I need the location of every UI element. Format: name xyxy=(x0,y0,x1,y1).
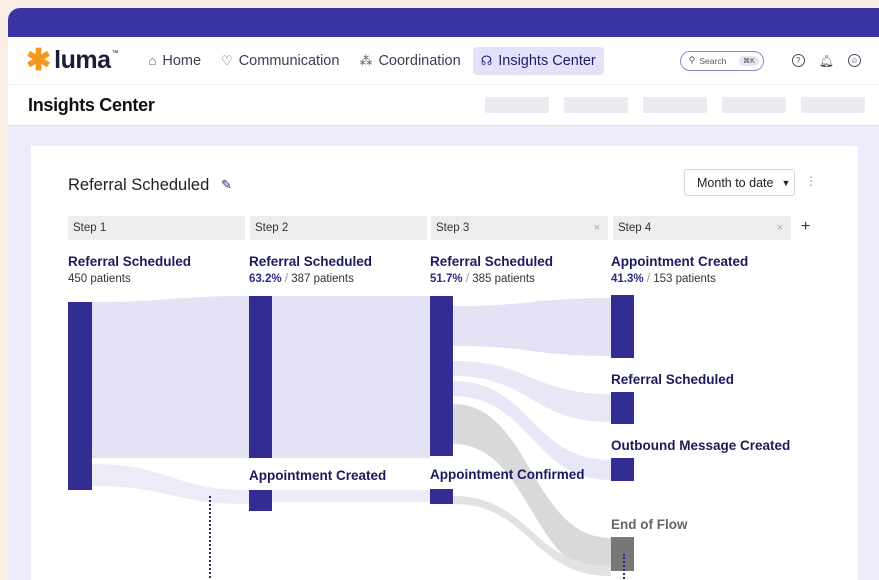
flow-s2-to-s3-main xyxy=(272,296,430,458)
step-header-label: Step 1 xyxy=(73,222,107,234)
separator: / xyxy=(465,273,470,285)
node-label-s4-c: Outbound Message Created xyxy=(611,438,791,453)
nav-home-label: Home xyxy=(162,52,202,69)
date-range-value: Month to date xyxy=(697,175,774,190)
separator: / xyxy=(646,273,651,285)
search-icon: ⚲ xyxy=(688,55,696,65)
node-bar-s2-main[interactable] xyxy=(249,296,272,458)
node-stats-s3-main: 51.7% / 385 patients xyxy=(430,273,535,285)
nav-insights-label: Insights Center xyxy=(498,52,596,69)
node-bar-s2-alt[interactable] xyxy=(249,490,272,511)
header-tab-placeholder[interactable] xyxy=(643,97,707,113)
conversion-percent: 41.3% xyxy=(611,273,644,285)
funnel-title: Referral Scheduled xyxy=(68,176,210,194)
node-bar-s4-c[interactable] xyxy=(611,458,634,481)
nodes-icon: ⁂ xyxy=(359,52,373,68)
node-label-s2-alt: Appointment Created xyxy=(249,468,387,483)
dotted-connector xyxy=(209,496,211,580)
patient-count: 153 patients xyxy=(653,273,716,285)
search-button[interactable]: ⚲ Search ⌘K xyxy=(679,50,764,71)
window-title-strip xyxy=(8,8,879,37)
step-header-label: Step 2 xyxy=(255,222,289,234)
nav-insights-center[interactable]: ☊ Insights Center xyxy=(472,46,604,75)
node-bar-s3-main[interactable] xyxy=(430,296,453,456)
step-header-2[interactable]: Step 2 xyxy=(250,216,427,240)
logo-text: luma xyxy=(54,46,111,74)
search-placeholder: Search xyxy=(699,55,727,66)
logo-trademark: ™ xyxy=(111,49,119,57)
insights-icon: ☊ xyxy=(480,52,493,68)
step-header-label: Step 3 xyxy=(436,222,470,234)
app-window: ✱ luma ™ ⌂ Home ♡ Communication ⁂ Coordi… xyxy=(8,8,879,580)
luma-logo[interactable]: ✱ luma ™ xyxy=(26,43,119,77)
chevron-down-icon: ▼ xyxy=(781,177,791,188)
flow-s2-to-s3-alt xyxy=(272,490,430,502)
header-tab-placeholder[interactable] xyxy=(485,97,549,113)
top-navigation: ✱ luma ™ ⌂ Home ♡ Communication ⁂ Coordi… xyxy=(8,37,879,84)
heart-icon: ♡ xyxy=(221,52,233,68)
nav-home[interactable]: ⌂ Home xyxy=(141,47,210,75)
node-label-s4-b: Referral Scheduled xyxy=(611,372,735,387)
nav-communication[interactable]: ♡ Communication xyxy=(213,47,347,75)
flow-s1-to-s2-main xyxy=(92,296,249,458)
help-icon[interactable]: ? xyxy=(791,54,805,67)
funnel-card: Referral Scheduled ✎ Month to date ▼ ⋮ S… xyxy=(31,146,858,580)
user-account-icon[interactable]: ☺ xyxy=(848,54,861,67)
node-label-s4-main: Appointment Created xyxy=(611,254,749,269)
flow-s1-to-s2-alt xyxy=(92,464,249,504)
nav-utilities: ⚲ Search ⌘K ? 🔔︎ ☺ xyxy=(679,50,861,71)
nav-coordination-label: Coordination xyxy=(378,52,461,69)
node-bar-s1-main[interactable] xyxy=(68,302,92,490)
conversion-percent: 51.7% xyxy=(430,273,463,285)
step-header-1[interactable]: Step 1 xyxy=(68,216,245,240)
conversion-percent: 63.2% xyxy=(249,273,282,285)
header-tab-placeholder[interactable] xyxy=(722,97,786,113)
pencil-icon[interactable]: ✎ xyxy=(221,177,232,193)
patient-count: 387 patients xyxy=(291,273,354,285)
node-label-s1-main: Referral Scheduled xyxy=(68,254,192,269)
header-tab-placeholder[interactable] xyxy=(564,97,628,113)
close-icon[interactable]: × xyxy=(777,222,783,234)
step-header-label: Step 4 xyxy=(618,222,652,234)
separator: / xyxy=(284,273,289,285)
header-tab-placeholders xyxy=(470,97,865,113)
node-bar-s4-b[interactable] xyxy=(611,392,634,424)
header-tab-placeholder[interactable] xyxy=(801,97,865,113)
node-count-s1-main: 450 patients xyxy=(68,273,131,285)
luma-star-icon: ✱ xyxy=(26,43,52,77)
step-header-4[interactable]: Step 4 × xyxy=(613,216,791,240)
step-header-3[interactable]: Step 3 × xyxy=(431,216,608,240)
node-stats-s4-main: 41.3% / 153 patients xyxy=(611,273,716,285)
node-label-s3-alt: Appointment Confirmed xyxy=(430,467,585,482)
node-label-s2-main: Referral Scheduled xyxy=(249,254,373,269)
flow-s3-to-s4-main xyxy=(453,298,611,356)
more-options-icon[interactable]: ⋮ xyxy=(805,174,817,188)
patient-count: 385 patients xyxy=(472,273,535,285)
add-step-button[interactable]: + xyxy=(801,218,810,236)
dotted-connector xyxy=(623,554,625,580)
node-label-s3-main: Referral Scheduled xyxy=(430,254,554,269)
node-bar-s4-main[interactable] xyxy=(611,295,634,358)
date-range-select[interactable]: Month to date ▼ xyxy=(684,169,795,196)
node-stats-s2-main: 63.2% / 387 patients xyxy=(249,273,354,285)
home-icon: ⌂ xyxy=(148,53,157,68)
node-bar-s3-alt[interactable] xyxy=(430,489,453,504)
nav-coordination[interactable]: ⁂ Coordination xyxy=(351,47,468,75)
nav-communication-label: Communication xyxy=(238,52,340,69)
close-icon[interactable]: × xyxy=(594,222,600,234)
node-label-s4-end: End of Flow xyxy=(611,517,688,532)
bell-icon[interactable]: 🔔︎ xyxy=(819,54,834,68)
search-shortcut-badge: ⌘K xyxy=(739,55,759,66)
page-title: Insights Center xyxy=(28,94,155,115)
page-header: Insights Center xyxy=(8,84,879,126)
